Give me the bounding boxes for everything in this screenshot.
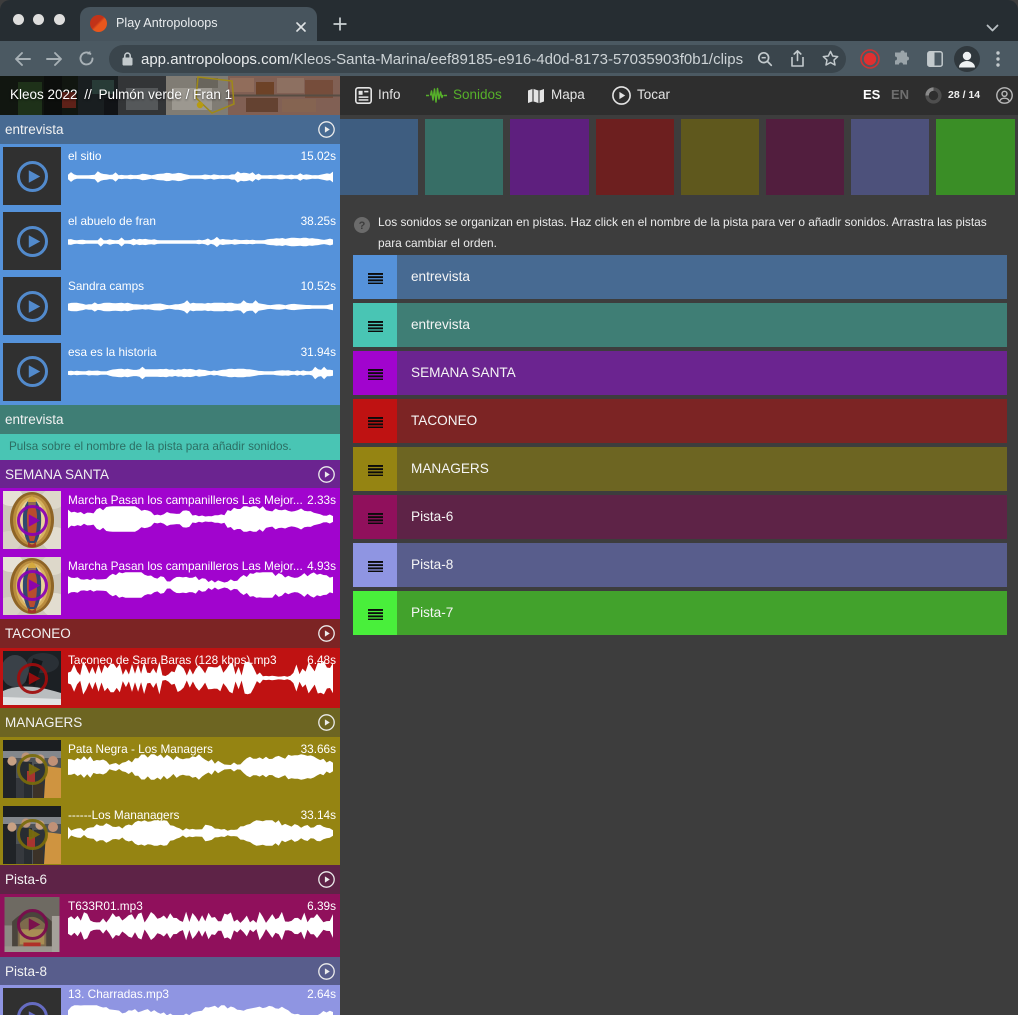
svg-text:?: ? (359, 220, 366, 232)
